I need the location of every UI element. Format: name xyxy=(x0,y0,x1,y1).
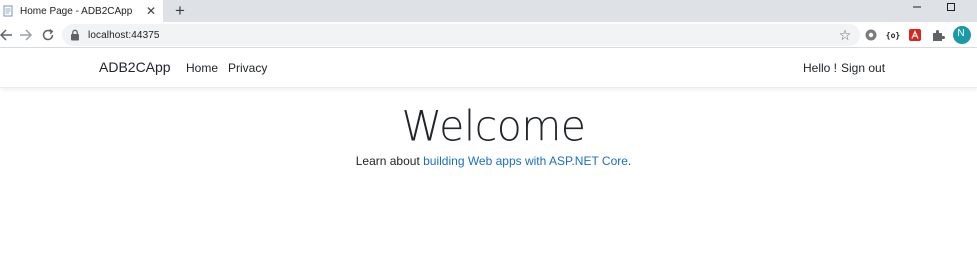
back-icon[interactable] xyxy=(0,25,16,45)
close-icon[interactable]: ✕ xyxy=(143,3,159,19)
page-title: Welcome xyxy=(401,101,586,151)
nav-link-privacy[interactable]: Privacy xyxy=(228,61,267,75)
tab-title: Home Page - ADB2CApp xyxy=(20,5,133,17)
sign-out-link[interactable]: Sign out xyxy=(841,61,885,75)
browser-tabstrip: Home Page - ADB2CApp ✕ + xyxy=(0,0,977,22)
svg-text:{o}: {o} xyxy=(886,31,901,40)
maximize-icon[interactable] xyxy=(936,0,966,14)
reload-icon[interactable] xyxy=(38,25,58,45)
lead-prefix: Learn about xyxy=(355,154,424,168)
minimize-icon[interactable] xyxy=(902,0,932,14)
lead-paragraph: Learn about building Web apps with ASP.N… xyxy=(0,154,977,168)
greeting-text: Hello ! xyxy=(803,61,838,75)
url-text[interactable]: localhost:44375 xyxy=(88,30,160,41)
browser-toolbar: localhost:44375 ☆ {o} N xyxy=(0,22,977,48)
browser-tab-active[interactable]: Home Page - ADB2CApp ✕ xyxy=(0,0,163,22)
site-brand[interactable]: ADB2CApp xyxy=(99,59,171,75)
address-bar[interactable]: localhost:44375 ☆ xyxy=(62,24,860,46)
extension-curly-icon[interactable]: {o} xyxy=(884,26,902,44)
site-navbar: ADB2CApp Home Privacy Hello ! Sign out xyxy=(0,48,977,88)
page-main: Welcome Learn about building Web apps wi… xyxy=(0,88,977,278)
lock-icon[interactable] xyxy=(68,28,82,42)
profile-avatar[interactable]: N xyxy=(952,25,972,45)
profile-avatar-letter: N xyxy=(957,28,965,39)
puzzle-icon[interactable] xyxy=(929,26,947,44)
extension-grey-icon[interactable] xyxy=(862,26,880,44)
lead-suffix: . xyxy=(627,154,632,168)
acrobat-icon[interactable] xyxy=(906,26,924,44)
bookmark-star-icon[interactable]: ☆ xyxy=(836,26,854,44)
forward-icon[interactable] xyxy=(16,25,36,45)
nav-link-home[interactable]: Home xyxy=(186,61,218,75)
aspnet-docs-link[interactable]: building Web apps with ASP.NET Core xyxy=(423,154,628,168)
new-tab-button[interactable]: + xyxy=(170,1,190,21)
page-icon xyxy=(2,5,14,17)
